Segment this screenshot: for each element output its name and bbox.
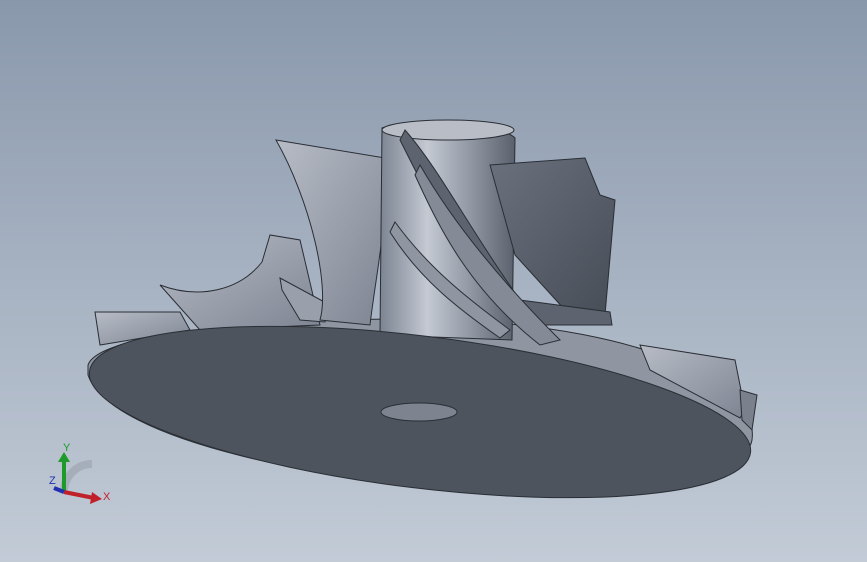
graphics-viewport[interactable]: Y X Z bbox=[0, 0, 867, 562]
bore-hole bbox=[380, 402, 458, 422]
x-axis-arrowhead bbox=[90, 492, 102, 504]
x-axis-label: X bbox=[103, 491, 111, 503]
blade-left-2 bbox=[159, 234, 321, 331]
orientation-triad: Y X Z bbox=[49, 442, 111, 504]
y-axis-label: Y bbox=[63, 442, 71, 454]
z-axis-label: Z bbox=[49, 475, 56, 487]
impeller-model[interactable] bbox=[0, 0, 867, 562]
x-axis-arrow bbox=[63, 490, 95, 500]
triad-arc bbox=[60, 460, 93, 493]
